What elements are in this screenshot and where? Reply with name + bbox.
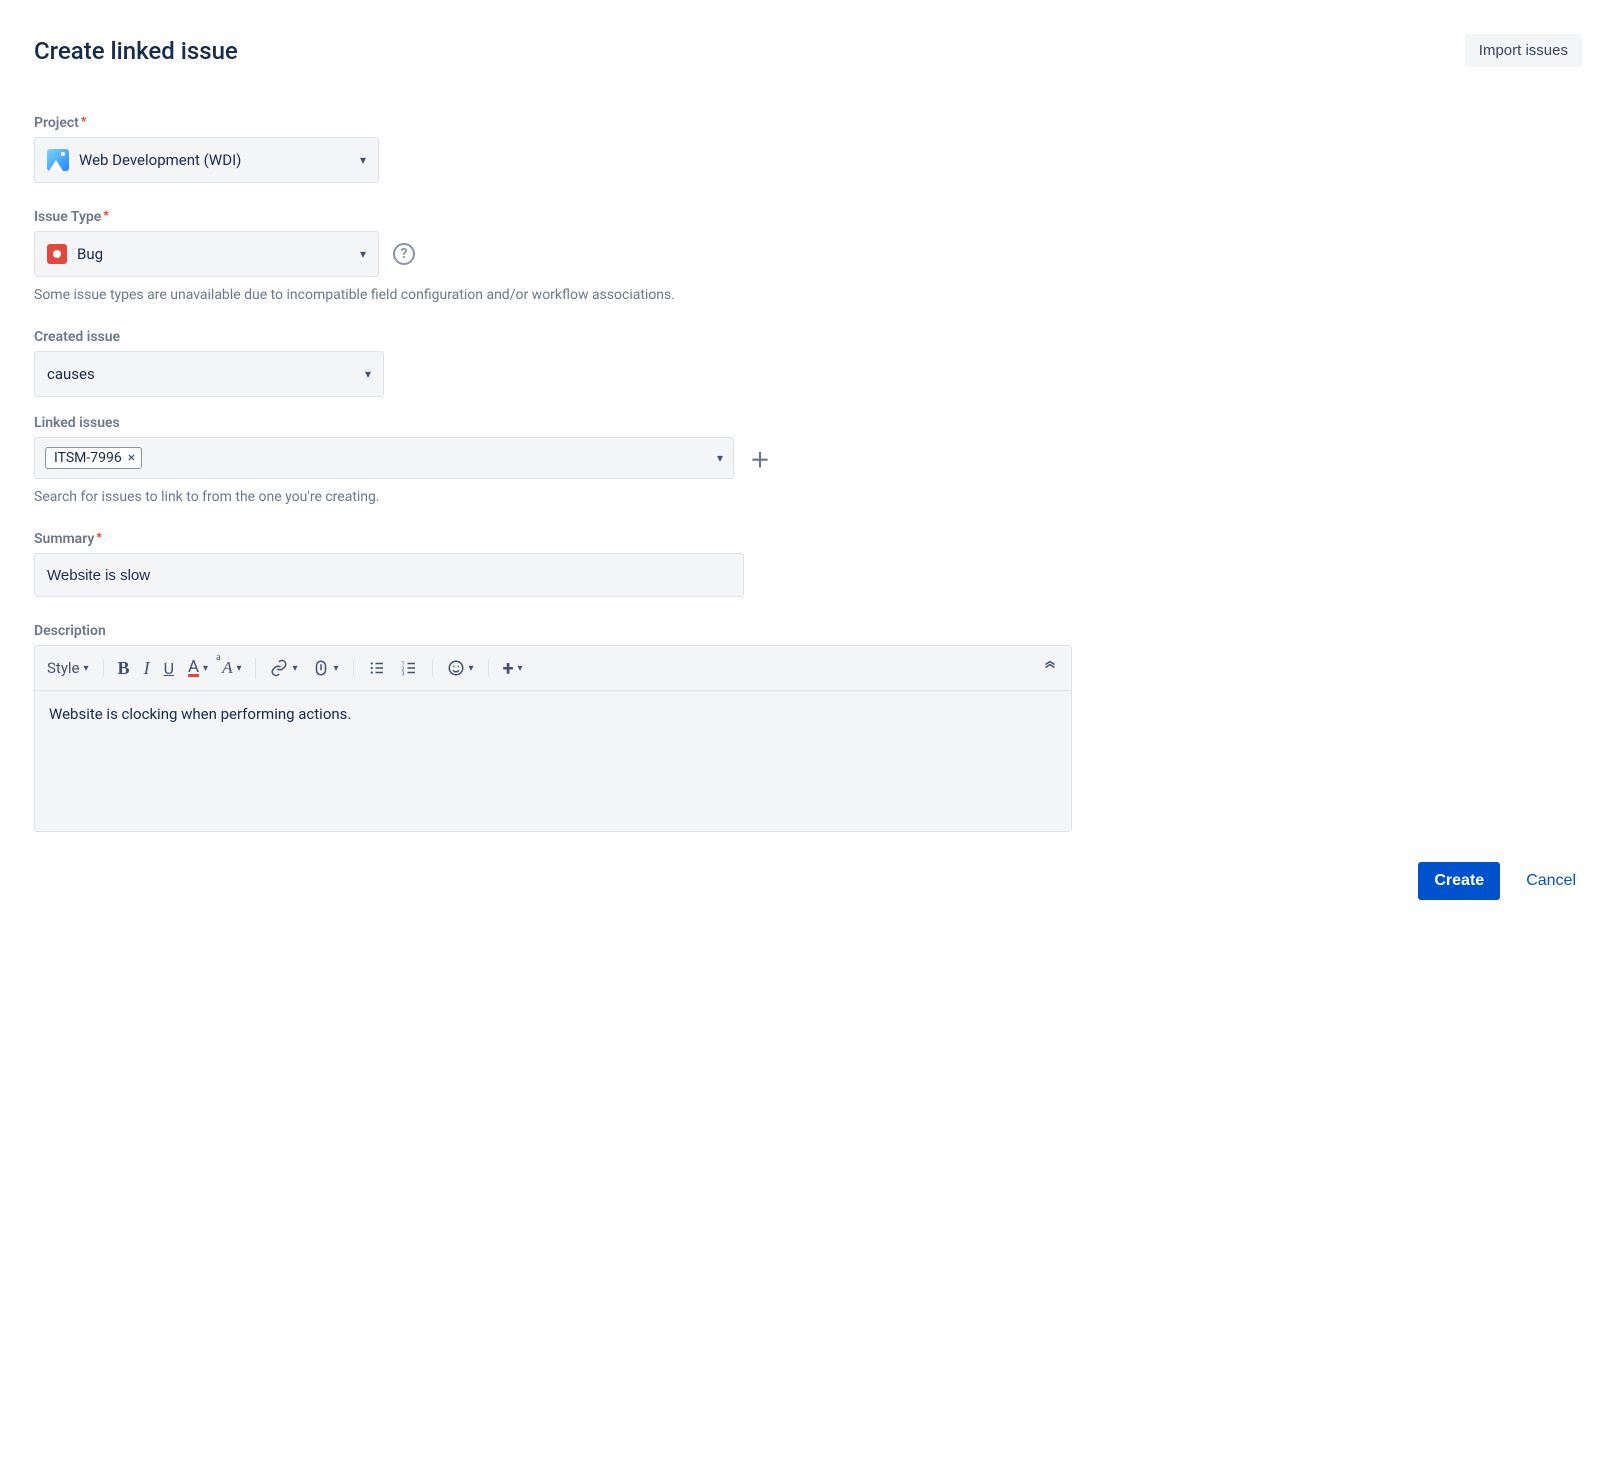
- summary-label: Summary*: [34, 531, 1582, 547]
- chevron-down-icon: ▾: [360, 153, 366, 167]
- create-button[interactable]: Create: [1418, 862, 1500, 900]
- chevron-down-icon: ▾: [365, 367, 371, 381]
- summary-input[interactable]: [34, 553, 744, 597]
- issue-type-select[interactable]: Bug ▾: [34, 231, 379, 277]
- attachment-icon: [312, 659, 330, 677]
- clear-formatting-button[interactable]: aA▾: [222, 658, 241, 678]
- attachment-button[interactable]: ▾: [312, 659, 339, 677]
- text-color-button[interactable]: A▾: [188, 660, 208, 677]
- emoji-icon: [447, 659, 465, 677]
- description-editor: Style▾ B I U A▾ aA▾ ▾: [34, 645, 1072, 832]
- created-issue-select[interactable]: causes ▾: [34, 351, 384, 397]
- style-dropdown[interactable]: Style▾: [47, 659, 89, 677]
- issue-type-hint: Some issue types are unavailable due to …: [34, 287, 1582, 303]
- bold-button[interactable]: B: [118, 658, 130, 679]
- created-issue-label: Created issue: [34, 329, 1582, 345]
- project-select[interactable]: Web Development (WDI) ▾: [34, 137, 379, 183]
- collapse-toolbar-icon[interactable]: [1041, 657, 1059, 679]
- chevron-down-icon: ▾: [717, 451, 723, 465]
- add-linked-issue-icon[interactable]: ＋: [750, 444, 770, 473]
- issue-type-value: Bug: [77, 245, 103, 263]
- bug-icon: [47, 244, 67, 264]
- link-button[interactable]: ▾: [270, 659, 297, 677]
- emoji-button[interactable]: ▾: [447, 659, 474, 677]
- remove-tag-icon[interactable]: ×: [128, 450, 135, 466]
- linked-issues-select[interactable]: ITSM-7996 × ▾: [34, 437, 734, 479]
- bullet-list-button[interactable]: [368, 659, 386, 677]
- linked-issues-label: Linked issues: [34, 415, 1582, 431]
- page-title: Create linked issue: [34, 37, 238, 65]
- linked-issue-tag[interactable]: ITSM-7996 ×: [45, 447, 142, 469]
- numbered-list-icon: 123: [400, 659, 418, 677]
- help-icon[interactable]: ?: [393, 243, 415, 265]
- chevron-down-icon: ▾: [360, 247, 366, 261]
- issue-type-label: Issue Type*: [34, 209, 1582, 225]
- created-issue-value: causes: [47, 365, 95, 383]
- editor-toolbar: Style▾ B I U A▾ aA▾ ▾: [35, 646, 1071, 691]
- insert-more-button[interactable]: +▾: [503, 656, 523, 680]
- description-label: Description: [34, 623, 1582, 639]
- project-icon: [47, 149, 69, 171]
- italic-button[interactable]: I: [144, 658, 150, 679]
- linked-issues-hint: Search for issues to link to from the on…: [34, 489, 1582, 505]
- project-label: Project*: [34, 115, 1582, 131]
- link-icon: [270, 659, 288, 677]
- import-issues-button[interactable]: Import issues: [1465, 34, 1582, 67]
- project-value: Web Development (WDI): [79, 151, 241, 169]
- numbered-list-button[interactable]: 123: [400, 659, 418, 677]
- description-textarea[interactable]: Website is clocking when performing acti…: [35, 691, 1071, 831]
- cancel-button[interactable]: Cancel: [1520, 871, 1582, 891]
- underline-button[interactable]: U: [164, 659, 174, 678]
- svg-text:3: 3: [401, 672, 404, 678]
- bullet-list-icon: [368, 659, 386, 677]
